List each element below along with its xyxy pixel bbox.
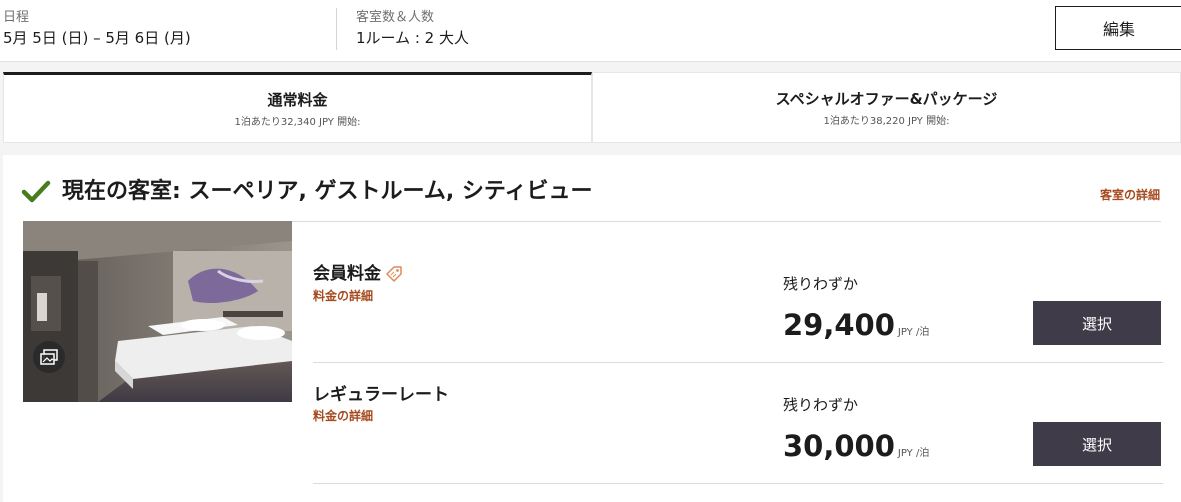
rooms-guests-label: 客室数＆人数 [356,10,435,25]
tab-title: 通常料金 [267,91,328,109]
tab-subtitle: 1泊あたり32,340 JPY 開始: [234,117,361,128]
tab-title: スペシャルオファー&パッケージ [775,90,998,108]
dates-value[interactable]: 5月 5日 (日) – 5月 6日 (月) [3,27,191,48]
availability-text: 残りわずか [783,275,859,293]
rate-type-tabs: 通常料金 1泊あたり32,340 JPY 開始: スペシャルオファー&パッケージ… [3,72,1181,143]
price-value: 29,400 [783,308,895,342]
rate-price: 29,400 JPY /泊 [783,308,929,342]
rate-name: レギュラーレート [313,385,449,405]
rate-details-link[interactable]: 料金の詳細 [313,287,373,304]
rate-name: 会員料金 [313,259,403,284]
price-value: 30,000 [783,429,895,463]
rate-details-link[interactable]: 料金の詳細 [313,407,373,424]
availability-text: 残りわずか [783,396,859,414]
checkmark-icon [21,180,51,203]
room-details-link[interactable]: 客室の詳細 [1100,186,1160,203]
room-image [23,221,292,402]
room-photo[interactable] [23,221,292,402]
summary-divider [336,8,337,50]
rooms-guests-value[interactable]: 1ルーム : 2 大人 [356,27,469,48]
divider [313,483,1163,484]
dates-label: 日程 [3,10,30,25]
per-night-label: JPY /泊 [897,448,930,459]
search-summary-bar: 日程 5月 5日 (日) – 5月 6日 (月) 客室数＆人数 1ルーム : 2… [0,0,1181,62]
room-card: 現在の客室: スーペリア, ゲストルーム, シティビュー 客室の詳細 会員料金 … [3,155,1181,502]
tag-icon [386,266,402,282]
room-title: 現在の客室: スーペリア, ゲストルーム, シティビュー [62,179,593,204]
rate-price: 30,000 JPY /泊 [783,429,929,463]
gallery-icon[interactable] [33,341,65,373]
rate-option: レギュラーレート 料金の詳細 残りわずか 30,000 JPY /泊 選択 [313,362,1163,484]
select-button[interactable]: 選択 [1033,301,1161,345]
rate-option: 会員料金 料金の詳細 残りわずか 29,400 JPY /泊 選択 [313,221,1163,363]
tab-standard-rates[interactable]: 通常料金 1泊あたり32,340 JPY 開始: [3,72,592,143]
edit-button[interactable]: 編集 [1055,6,1181,50]
select-button[interactable]: 選択 [1033,422,1161,466]
per-night-label: JPY /泊 [897,327,930,338]
tab-subtitle: 1泊あたり38,220 JPY 開始: [823,116,950,127]
tab-special-offers[interactable]: スペシャルオファー&パッケージ 1泊あたり38,220 JPY 開始: [592,72,1181,143]
rate-name-text: 会員料金 [313,264,381,284]
